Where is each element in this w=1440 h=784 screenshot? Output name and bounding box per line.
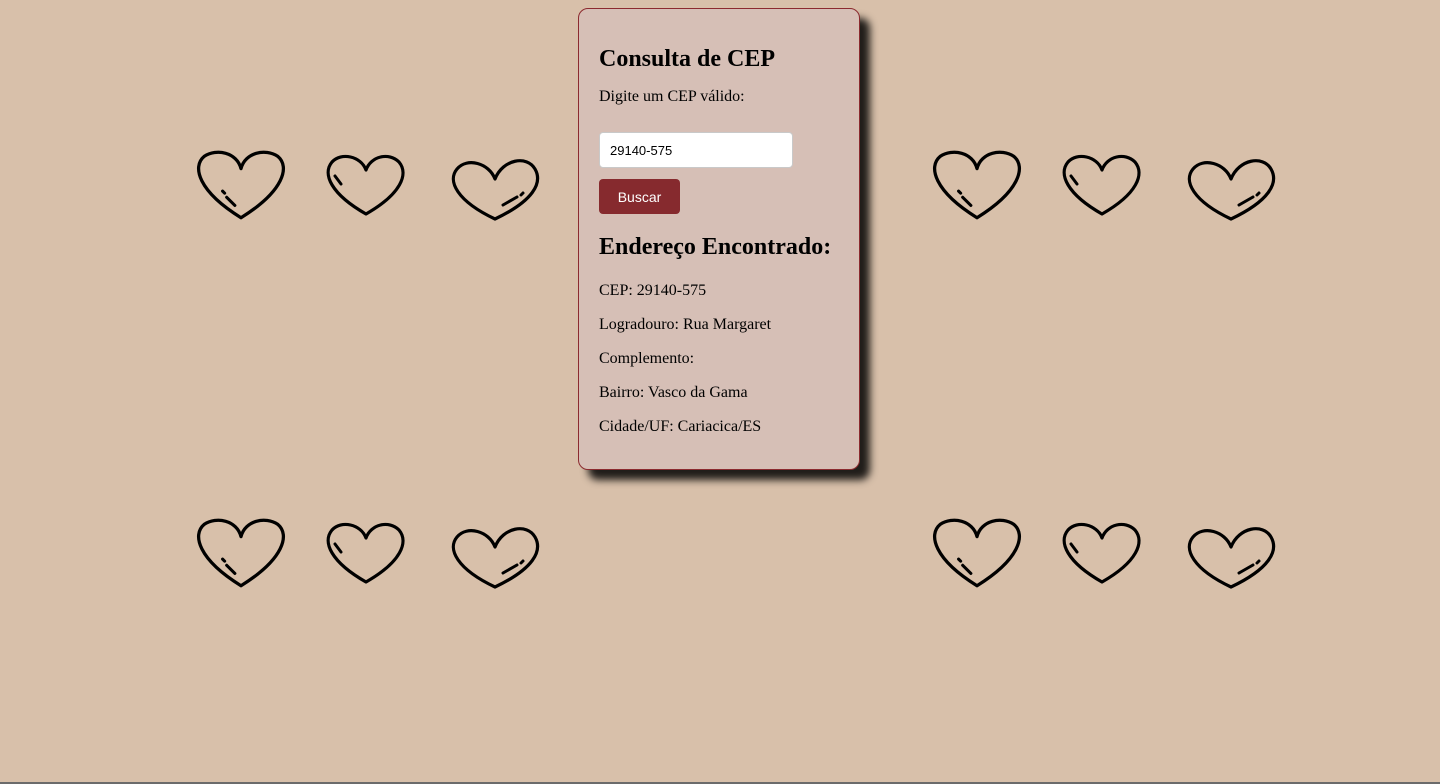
- search-button[interactable]: Buscar: [599, 179, 680, 214]
- heart-outline-icon: [326, 522, 405, 584]
- heart-outline-icon: [451, 525, 541, 589]
- page-title: Consulta de CEP: [599, 46, 776, 72]
- result-complemento: Complemento:: [599, 350, 695, 367]
- cep-input[interactable]: [599, 132, 793, 168]
- heart-outline-icon: [1062, 522, 1141, 584]
- heart-outline-icon: [932, 150, 1022, 220]
- heart-outline-icon: [196, 518, 286, 588]
- heart-outline-icon: [196, 150, 286, 220]
- result-bairro: Bairro: Vasco da Gama: [599, 384, 748, 401]
- heart-outline-icon: [1187, 525, 1277, 589]
- result-title: Endereço Encontrado:: [599, 234, 832, 260]
- cep-prompt-label: Digite um CEP válido:: [599, 88, 745, 105]
- heart-outline-icon: [1062, 154, 1141, 216]
- result-cidade-uf: Cidade/UF: Cariacica/ES: [599, 418, 762, 435]
- cep-lookup-card: Consulta de CEP Digite um CEP válido: Bu…: [578, 8, 860, 470]
- heart-outline-icon: [932, 518, 1022, 588]
- heart-outline-icon: [451, 157, 541, 221]
- result-logradouro: Logradouro: Rua Margaret: [599, 316, 772, 333]
- heart-outline-icon: [1187, 157, 1277, 221]
- heart-outline-icon: [326, 154, 405, 216]
- result-cep: CEP: 29140-575: [599, 282, 707, 299]
